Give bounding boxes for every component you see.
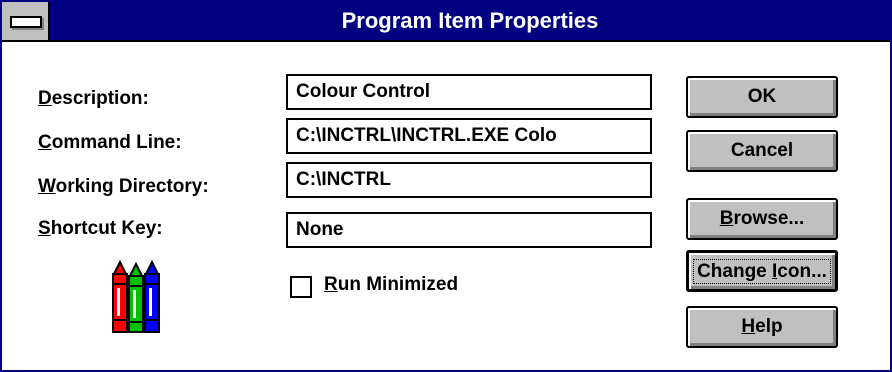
run-minimized-label[interactable]: Run Minimized	[324, 274, 458, 296]
change-icon-focus-ring: Change Icon...	[693, 259, 831, 284]
working-directory-label-text: orking Directory:	[55, 176, 209, 197]
command-line-label-mnemonic: C	[38, 132, 52, 153]
shortcut-key-label-text: hortcut Key:	[50, 218, 163, 239]
title-bar[interactable]: Program Item Properties	[2, 2, 890, 42]
run-minimized-label-text: un Minimized	[337, 274, 459, 295]
change-icon-button[interactable]: Change Icon...	[686, 250, 838, 292]
cancel-button[interactable]: Cancel	[686, 130, 838, 172]
command-line-label-text: ommand Line:	[51, 132, 182, 153]
description-label-text: escription:	[51, 88, 149, 109]
program-item-properties-dialog: Program Item Properties Description: Com…	[0, 0, 892, 372]
help-button[interactable]: Help	[686, 306, 838, 348]
working-directory-label-mnemonic: W	[38, 176, 56, 197]
browse-mnemonic: B	[719, 208, 734, 229]
browse-button[interactable]: Browse...	[686, 198, 838, 240]
description-label: Description:	[38, 88, 149, 110]
command-line-label: Command Line:	[38, 132, 182, 154]
change-icon-label-prefix: Change	[697, 261, 773, 282]
shortcut-key-label: Shortcut Key:	[38, 218, 163, 240]
working-directory-field[interactable]: C:\INCTRL	[286, 162, 652, 198]
run-minimized-mnemonic: R	[324, 274, 338, 295]
help-mnemonic: H	[741, 316, 756, 337]
description-label-mnemonic: D	[38, 88, 52, 109]
window-title: Program Item Properties	[341, 8, 599, 33]
change-icon-label-suffix: con...	[777, 261, 827, 282]
shortcut-key-field[interactable]: None	[286, 212, 652, 248]
crayons-icon	[112, 260, 160, 333]
working-directory-label: Working Directory:	[38, 176, 209, 198]
run-minimized-checkbox[interactable]	[290, 276, 312, 298]
ok-button[interactable]: OK	[686, 76, 838, 118]
browse-label-text: rowse...	[733, 208, 805, 229]
command-line-field[interactable]: C:\INCTRL\INCTRL.EXE Colo	[286, 118, 652, 154]
description-field[interactable]: Colour Control	[286, 74, 652, 110]
help-label-text: elp	[755, 316, 783, 337]
shortcut-key-label-mnemonic: S	[38, 218, 51, 239]
system-menu-icon[interactable]	[2, 2, 50, 40]
